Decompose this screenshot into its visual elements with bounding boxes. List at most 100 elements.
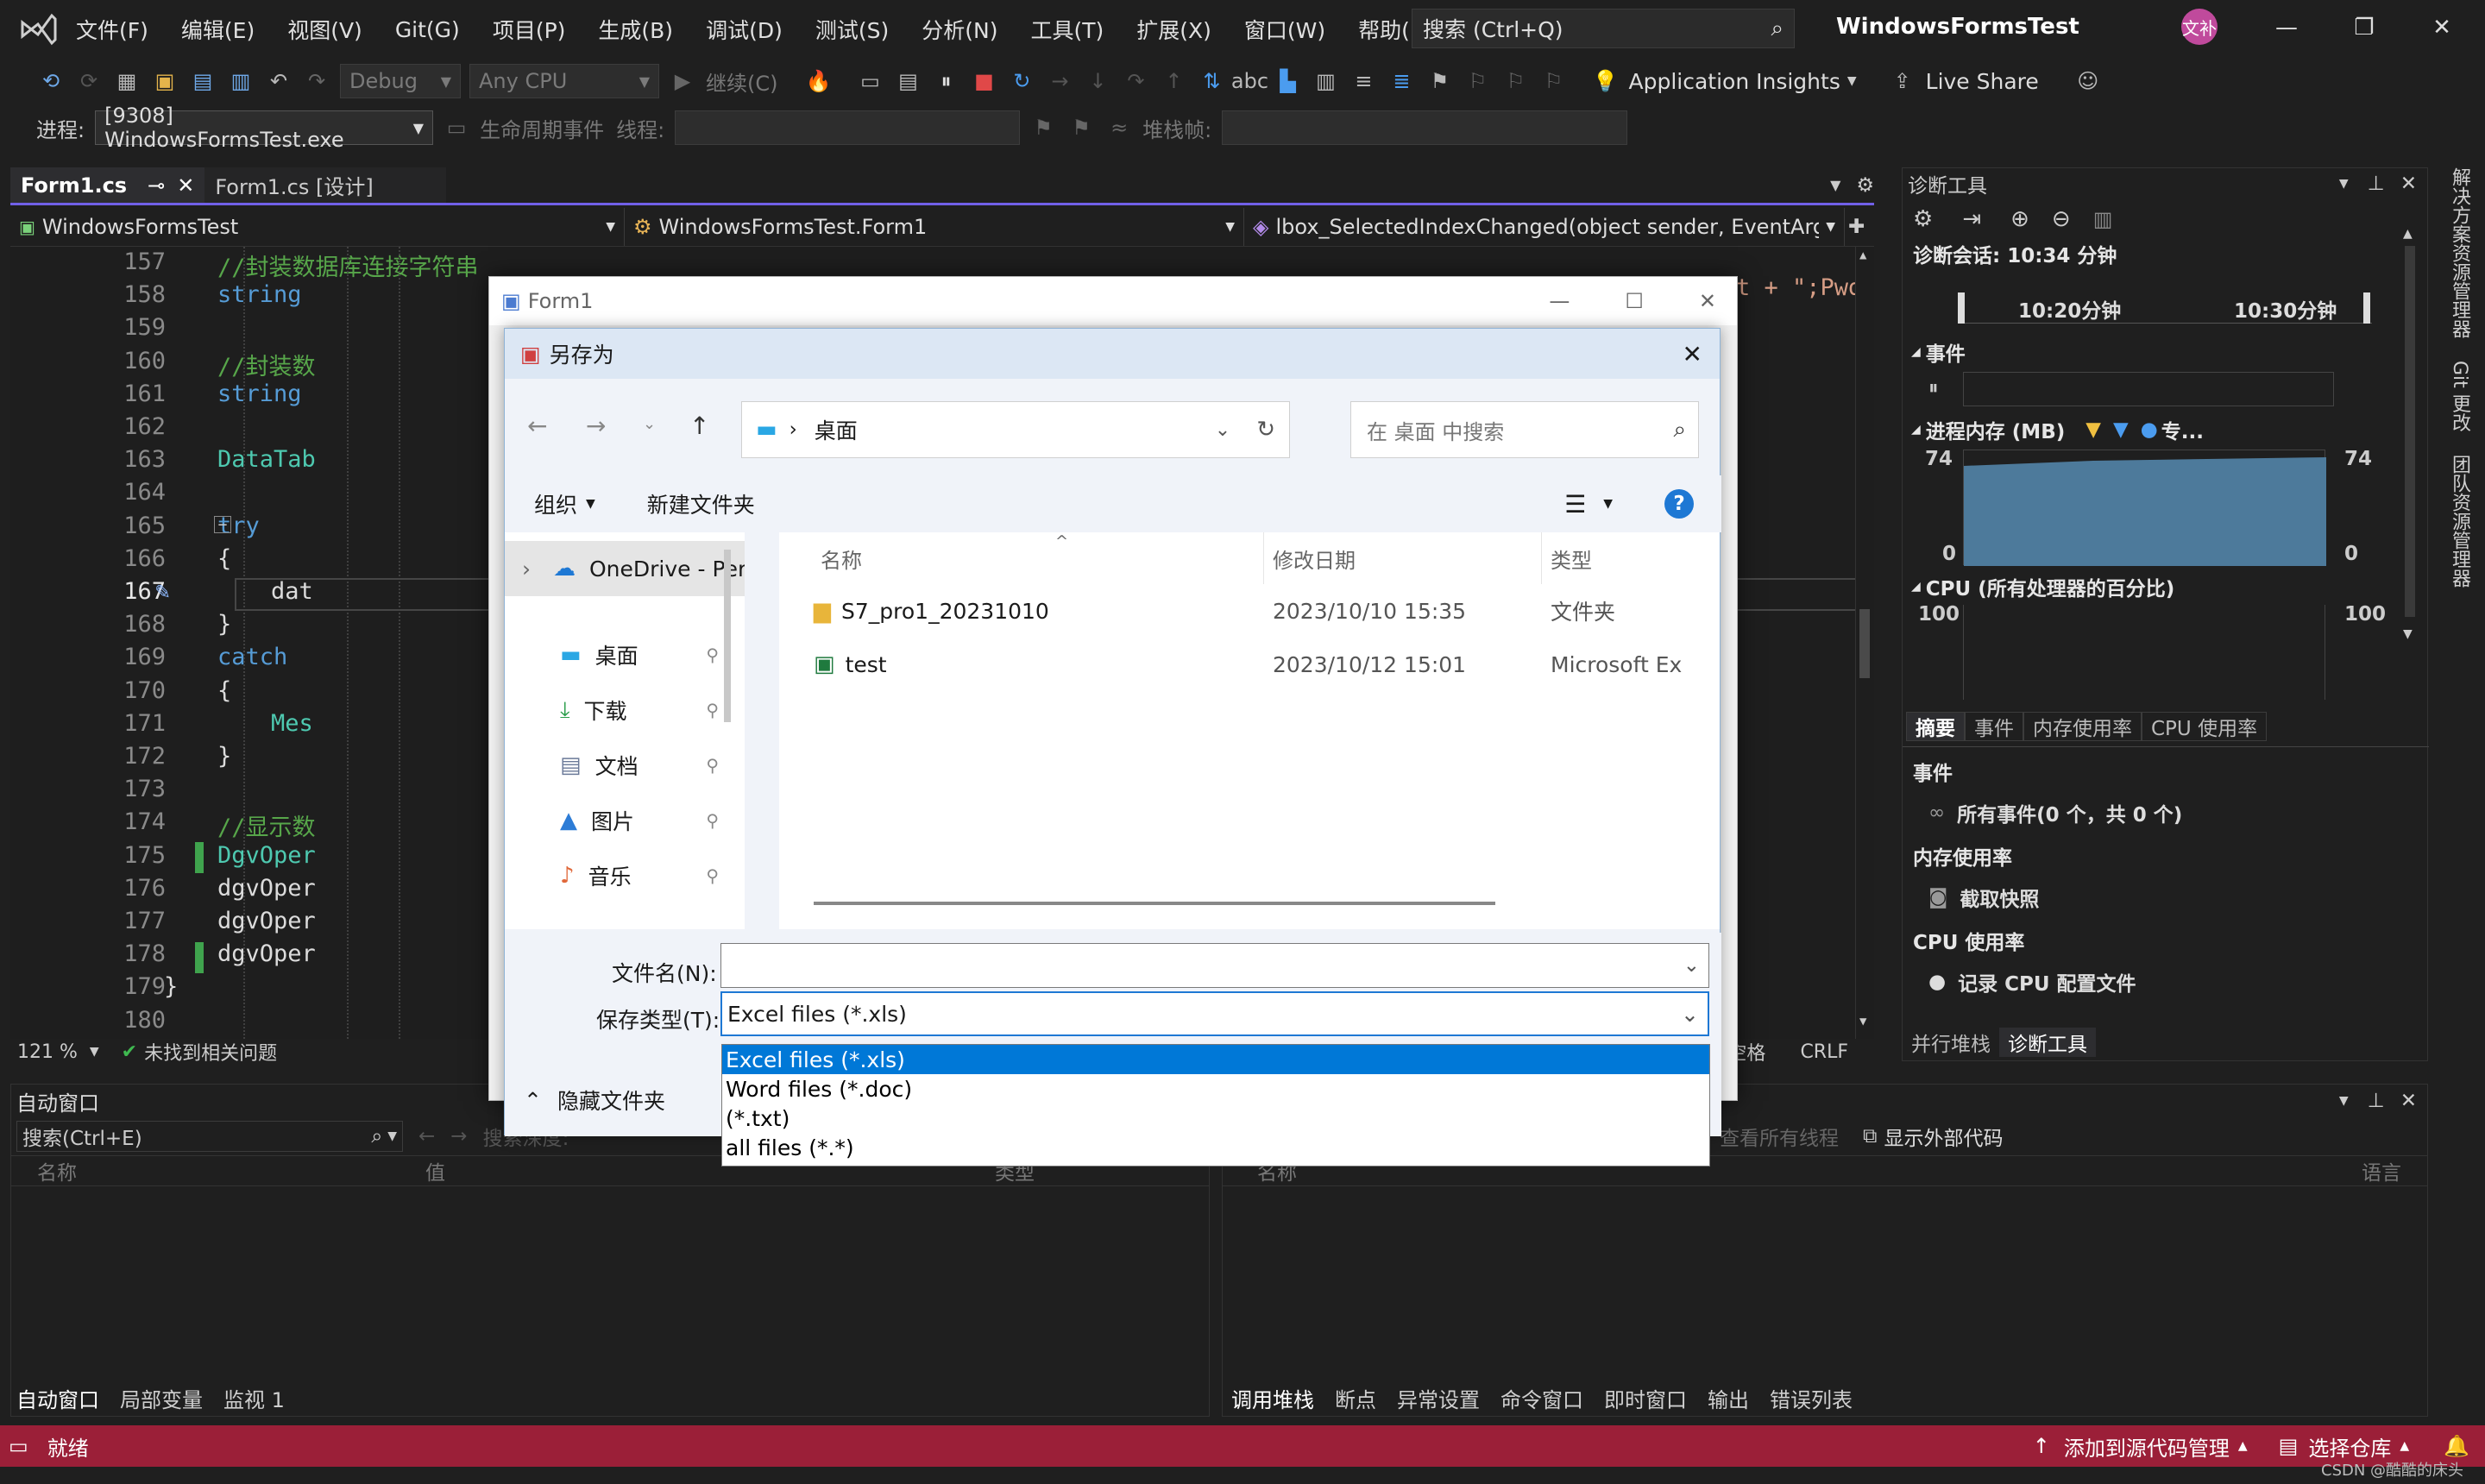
address-bar[interactable]: ▬ › 桌面 ⌄ ↻: [741, 401, 1290, 458]
comment-icon[interactable]: ≡: [1349, 66, 1378, 96]
all-events-link[interactable]: ∞ 所有事件(0 个，共 0 个): [1928, 798, 2182, 827]
lightbulb-icon[interactable]: 💡: [1590, 66, 1620, 96]
hot-reload-icon[interactable]: 🔥: [803, 66, 833, 96]
search-forward-icon[interactable]: →: [450, 1125, 467, 1148]
show-threads-icon[interactable]: ≈: [1104, 113, 1134, 142]
undo-icon[interactable]: ↶: [264, 66, 293, 96]
close-icon[interactable]: ✕: [2400, 173, 2417, 195]
pin-icon[interactable]: ⊥: [2368, 173, 2385, 195]
line-ending-indicator[interactable]: CRLF: [1800, 1041, 1848, 1063]
tab-diagnostic-tools[interactable]: 诊断工具: [1999, 1028, 2096, 1057]
save-icon[interactable]: ▤: [188, 66, 217, 96]
filetype-option[interactable]: Excel files (*.xls): [722, 1045, 1709, 1074]
tab-autos-1[interactable]: 局部变量: [120, 1383, 203, 1413]
lifecycle-events-button[interactable]: 生命周期事件: [480, 113, 604, 143]
scroll-up-icon[interactable]: ▲: [2403, 227, 2413, 241]
timeline-ruler[interactable]: 10:20分钟 10:30分钟: [1958, 292, 2372, 324]
col-name[interactable]: 名称: [779, 532, 1264, 584]
tab-debug-6[interactable]: 错误列表: [1770, 1383, 1853, 1413]
play-icon[interactable]: ▶: [668, 66, 697, 96]
minimize-icon[interactable]: —: [2261, 7, 2312, 48]
search-back-icon[interactable]: ←: [418, 1125, 435, 1148]
nav-scrollbar-thumb[interactable]: [724, 550, 731, 722]
maximize-icon[interactable]: ☐: [1625, 289, 1644, 313]
restart-icon[interactable]: ↻: [1007, 66, 1036, 96]
show-external-code-button[interactable]: 显示外部代码: [1884, 1122, 2003, 1151]
continue-button[interactable]: 继续(C): [706, 66, 777, 97]
up-arrow-icon[interactable]: ↑: [689, 412, 709, 440]
tab-diag-1[interactable]: 事件: [1965, 712, 2023, 741]
view-all-threads-button[interactable]: 查看所有线程: [1720, 1122, 1839, 1151]
git-changes-tab[interactable]: Git 更改: [2445, 361, 2473, 432]
tab-autos-0[interactable]: 自动窗口: [16, 1383, 99, 1413]
menu-item[interactable]: 扩展(X): [1136, 14, 1211, 45]
bookmark-clear-icon[interactable]: ⚐: [1538, 66, 1568, 96]
menu-item[interactable]: 窗口(W): [1244, 14, 1325, 45]
project-select[interactable]: ▣ WindowsFormsTest ▼: [10, 207, 625, 246]
cpu-graph[interactable]: [1963, 605, 2325, 700]
recent-locations-icon[interactable]: ⌄: [643, 415, 656, 433]
save-all-icon[interactable]: ▥: [226, 66, 255, 96]
pin-icon[interactable]: ⚲: [706, 810, 719, 831]
filetype-select[interactable]: Excel files (*.xls) ⌄: [720, 991, 1709, 1036]
add-to-source-control-button[interactable]: 添加到源代码管理: [2064, 1431, 2230, 1462]
col-language[interactable]: 语言: [2362, 1156, 2401, 1185]
tab-parallel-stacks[interactable]: 并行堆栈: [1903, 1028, 1999, 1057]
zoom-level[interactable]: 121 %: [17, 1041, 78, 1063]
tab-form1-designer[interactable]: Form1.cs [设计]: [204, 167, 447, 203]
thread-select[interactable]: [675, 110, 1021, 145]
member-select[interactable]: ◈ lbox_SelectedIndexChanged(object sende…: [1244, 207, 1845, 246]
back-arrow-icon[interactable]: ←: [527, 412, 547, 440]
back-icon[interactable]: ⟲: [36, 66, 66, 96]
step-next-icon[interactable]: →: [1045, 66, 1074, 96]
solution-explorer-tab[interactable]: 解决方案资源管理器: [2445, 167, 2473, 338]
nav-item[interactable]: ⤓ 下载 ⚲: [505, 682, 745, 738]
app-insights-button[interactable]: Application Insights: [1628, 69, 1840, 94]
take-snapshot-button[interactable]: ◙ 截取快照: [1928, 883, 2039, 912]
pin-icon[interactable]: ⊥: [2368, 1090, 2385, 1112]
chat-icon[interactable]: ▭: [9, 1434, 28, 1458]
restore-icon[interactable]: ❐: [2338, 7, 2390, 48]
flag-all-icon[interactable]: ⚑: [1066, 113, 1096, 142]
chart-icon[interactable]: ▥: [2093, 207, 2113, 231]
pause-icon[interactable]: ⏸: [1928, 377, 1939, 399]
filename-input[interactable]: ⌄: [720, 943, 1709, 988]
menu-item[interactable]: 编辑(E): [181, 14, 255, 45]
issues-status[interactable]: 未找到相关问题: [144, 1038, 277, 1066]
pin-icon[interactable]: ⚲: [706, 865, 719, 886]
scrollbar-thumb[interactable]: [2405, 246, 2415, 617]
bookmark-prev-icon[interactable]: ⚐: [1463, 66, 1492, 96]
filetype-option[interactable]: Word files (*.doc): [722, 1074, 1709, 1104]
step-out-icon[interactable]: ↑: [1159, 66, 1188, 96]
step-into-icon[interactable]: ↓: [1083, 66, 1112, 96]
file-row[interactable]: ▆ S7_pro1_20231010 2023/10/10 15:35 文件夹: [779, 584, 1720, 638]
open-icon[interactable]: ▣: [150, 66, 179, 96]
collapse-icon[interactable]: −: [214, 516, 231, 534]
record-cpu-button[interactable]: ● 记录 CPU 配置文件: [1928, 967, 2136, 997]
autos-search-input[interactable]: 搜索(Ctrl+E) ⌕ ▼: [16, 1121, 403, 1152]
close-icon[interactable]: ✕: [1699, 289, 1716, 313]
file-row[interactable]: ▣ test 2023/10/12 15:01 Microsoft Ex: [779, 638, 1720, 691]
col-name[interactable]: 名称: [11, 1156, 417, 1185]
scroll-down-icon[interactable]: ▼: [2403, 627, 2413, 641]
chevron-down-icon[interactable]: ▼: [2339, 1094, 2349, 1108]
team-explorer-tab[interactable]: 团队资源管理器: [2445, 455, 2473, 588]
lifecycle-icon[interactable]: ▭: [442, 113, 471, 142]
close-icon[interactable]: ✕: [2400, 1090, 2417, 1112]
menu-item[interactable]: 文件(F): [76, 14, 148, 45]
gear-icon[interactable]: ⚙: [1856, 174, 1874, 197]
notification-icon[interactable]: 🔔: [2444, 1434, 2469, 1458]
scroll-up-icon[interactable]: ▲: [1859, 248, 1866, 262]
feedback-icon[interactable]: ☺: [2073, 66, 2103, 96]
new-folder-button[interactable]: 新建文件夹: [647, 488, 755, 519]
class-select[interactable]: ⚙ WindowsFormsTest.Form1 ▼: [625, 207, 1244, 246]
browser-link-icon[interactable]: ▭: [855, 66, 884, 96]
live-share-button[interactable]: Live Share: [1926, 69, 2039, 94]
breakpoint-icon[interactable]: ▙: [1273, 66, 1302, 96]
redo-icon[interactable]: ↷: [302, 66, 331, 96]
chevron-down-icon[interactable]: ▼: [2339, 177, 2349, 191]
forward-icon[interactable]: ⟳: [74, 66, 104, 96]
platform-select[interactable]: Any CPU ▼: [469, 64, 659, 98]
export-icon[interactable]: ⇥: [1962, 206, 1981, 232]
scroll-down-icon[interactable]: ▼: [1859, 1015, 1866, 1028]
